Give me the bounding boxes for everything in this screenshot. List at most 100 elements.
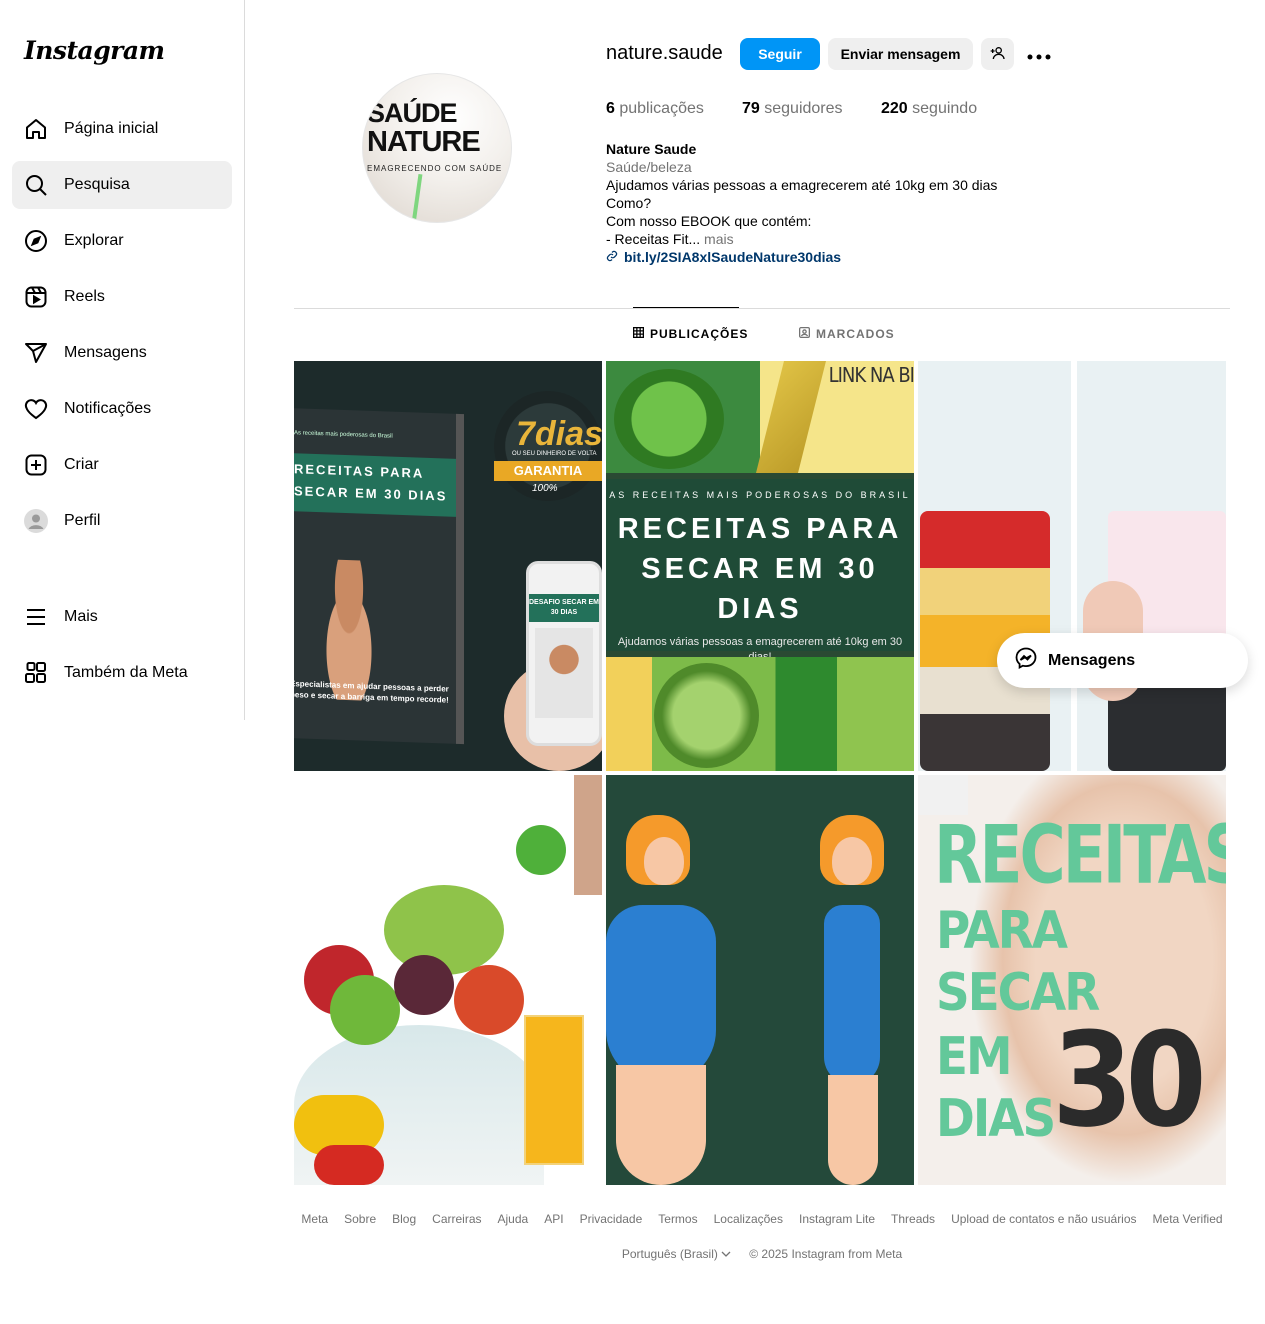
ebook-small-text: As receitas mais poderosas do Brasil [294, 430, 393, 440]
poster-word: DIAS [936, 1089, 1056, 1149]
phone-title: DESAFIO SECAR EM 30 DIAS [529, 594, 599, 622]
poster-number: 30 [1052, 1004, 1207, 1156]
tab-tagged[interactable]: MARCADOS [798, 326, 895, 341]
footer-link[interactable]: Termos [658, 1212, 697, 1226]
sidebar-item-search[interactable]: Pesquisa [12, 161, 232, 209]
guarantee-badge: 7dias OU SEU DINHEIRO DE VOLTA GARANTIA … [494, 391, 602, 501]
following-count[interactable]: 220 seguindo [881, 100, 977, 118]
search-icon [24, 173, 48, 197]
chevron-down-icon [721, 1247, 731, 1261]
ebook-footer-text: Especialistas em ajudar pessoas a perder… [294, 679, 449, 705]
ebook-title-band: RECEITAS PARA SECAR EM 30 DIAS [294, 452, 456, 517]
footer-link[interactable]: API [544, 1212, 563, 1226]
posts-count: 6 publicações [606, 100, 704, 118]
more-options-button[interactable] [1022, 38, 1056, 70]
sidebar: Instagram Página inicial Pesquisa Explor… [0, 0, 245, 720]
language-selector[interactable]: Português (Brasil) [622, 1247, 731, 1261]
poster-word: EM [936, 1027, 1013, 1087]
profile-avatar[interactable]: SAÚDE NATURE EMAGRECENDO COM SAÚDE [362, 73, 512, 223]
grapes [384, 885, 504, 975]
sidebar-item-notifications[interactable]: Notificações [12, 385, 232, 433]
poster-word: RECEITAS [934, 807, 1226, 903]
active-tab-indicator [633, 307, 739, 308]
swimsuit-body [824, 905, 880, 1085]
face-shape [832, 837, 872, 885]
footer-link[interactable]: Threads [891, 1212, 935, 1226]
green-apple [330, 975, 400, 1045]
measuring-tape [411, 173, 423, 222]
footer-link[interactable]: Blog [392, 1212, 416, 1226]
heart-icon [24, 397, 48, 421]
post-thumbnail[interactable]: As receitas mais poderosas do Brasil REC… [294, 361, 602, 771]
suggest-user-button[interactable] [981, 38, 1014, 70]
followers-count-value: 79 [742, 100, 760, 117]
bio-external-link[interactable]: bit.ly/2SIA8xlSaudeNature30dias [606, 248, 1026, 266]
phone-mockup: DESAFIO SECAR EM 30 DIAS [526, 561, 602, 746]
menu-icon [24, 605, 48, 629]
home-icon [24, 117, 48, 141]
phone-photo [535, 628, 593, 718]
footer-link[interactable]: Carreiras [432, 1212, 481, 1226]
green-juice [614, 369, 724, 469]
follow-button[interactable]: Seguir [740, 38, 820, 70]
bio-category: Saúde/beleza [606, 159, 692, 175]
messenger-icon [1014, 646, 1038, 675]
profile-bio: Nature Saude Saúde/beleza Ajudamos vária… [606, 140, 1026, 266]
post-thumbnail[interactable] [918, 361, 1226, 771]
sidebar-item-label: Criar [64, 456, 99, 473]
bio-more-link[interactable]: mais [704, 231, 734, 247]
sidebar-item-explore[interactable]: Explorar [12, 217, 232, 265]
tab-publications[interactable]: PUBLICAÇÕES [632, 326, 749, 341]
copyright-text: © 2025 Instagram from Meta [749, 1247, 903, 1261]
sidebar-item-label: Página inicial [64, 120, 159, 137]
footer-link[interactable]: Privacidade [580, 1212, 643, 1226]
footer-link[interactable]: Instagram Lite [799, 1212, 875, 1226]
sidebar-item-reels[interactable]: Reels [12, 273, 232, 321]
instagram-logo[interactable]: Instagram [24, 36, 165, 65]
footer-link[interactable]: Meta Verified [1153, 1212, 1223, 1226]
footer-link[interactable]: Meta [301, 1212, 328, 1226]
bio-line-text: - Receitas Fit... [606, 231, 701, 247]
badge-small-text: OU SEU DINHEIRO DE VOLTA [512, 451, 597, 457]
footer-link[interactable]: Sobre [344, 1212, 376, 1226]
bio-line: Com nosso EBOOK que contém: [606, 213, 812, 229]
sidebar-item-create[interactable]: Criar [12, 441, 232, 489]
swimsuit-body [606, 905, 716, 1085]
bio-link-text: bit.ly/2SIA8xlSaudeNature30dias [624, 249, 842, 265]
sidebar-item-label: Também da Meta [64, 664, 188, 681]
send-message-button[interactable]: Enviar mensagem [828, 38, 973, 70]
sidebar-item-also-meta[interactable]: Também da Meta [12, 649, 232, 697]
footer-link[interactable]: Ajuda [498, 1212, 529, 1226]
post-thumbnail[interactable]: RECEITAS PARA SECAR EM DIAS 30 [918, 775, 1226, 1185]
panel-title-line2: SECAR EM 30 DIAS [641, 553, 879, 625]
language-label: Português (Brasil) [621, 1247, 718, 1261]
tab-label: MARCADOS [816, 327, 895, 341]
following-count-value: 220 [881, 100, 908, 117]
legs-shape [616, 1065, 706, 1185]
link-in-bio-text: LINK NA BI [828, 363, 914, 387]
footer-link[interactable]: Upload de contatos e não usuários [951, 1212, 1136, 1226]
ellipsis-icon [1027, 44, 1051, 65]
post-thumbnail[interactable] [294, 775, 602, 1185]
compass-icon [24, 229, 48, 253]
profile-username: nature.saude [606, 42, 723, 64]
post-thumbnail[interactable] [606, 775, 914, 1185]
sidebar-item-profile[interactable]: Perfil [12, 497, 232, 545]
followers-count[interactable]: 79 seguidores [742, 100, 843, 118]
green-apple [516, 825, 566, 875]
following-count-label: seguindo [912, 100, 978, 117]
followers-count-label: seguidores [764, 100, 843, 117]
sidebar-item-label: Pesquisa [64, 176, 130, 193]
messages-floating-button[interactable]: Mensagens [997, 633, 1248, 688]
sidebar-item-more[interactable]: Mais [12, 593, 232, 641]
sidebar-item-home[interactable]: Página inicial [12, 105, 232, 153]
footer-link[interactable]: Localizações [714, 1212, 783, 1226]
tab-label: PUBLICAÇÕES [650, 327, 749, 341]
panel-title-line1: RECEITAS PARA [617, 513, 903, 545]
bio-line: Como? [606, 195, 652, 211]
avatar-text-line2: NATURE [367, 126, 481, 158]
sidebar-item-messages[interactable]: Mensagens [12, 329, 232, 377]
face-shape [644, 837, 684, 885]
bio-line: Ajudamos várias pessoas a emagrecerem at… [606, 177, 998, 193]
post-thumbnail[interactable]: LINK NA BI AS RECEITAS MAIS PODEROSAS DO… [606, 361, 914, 771]
